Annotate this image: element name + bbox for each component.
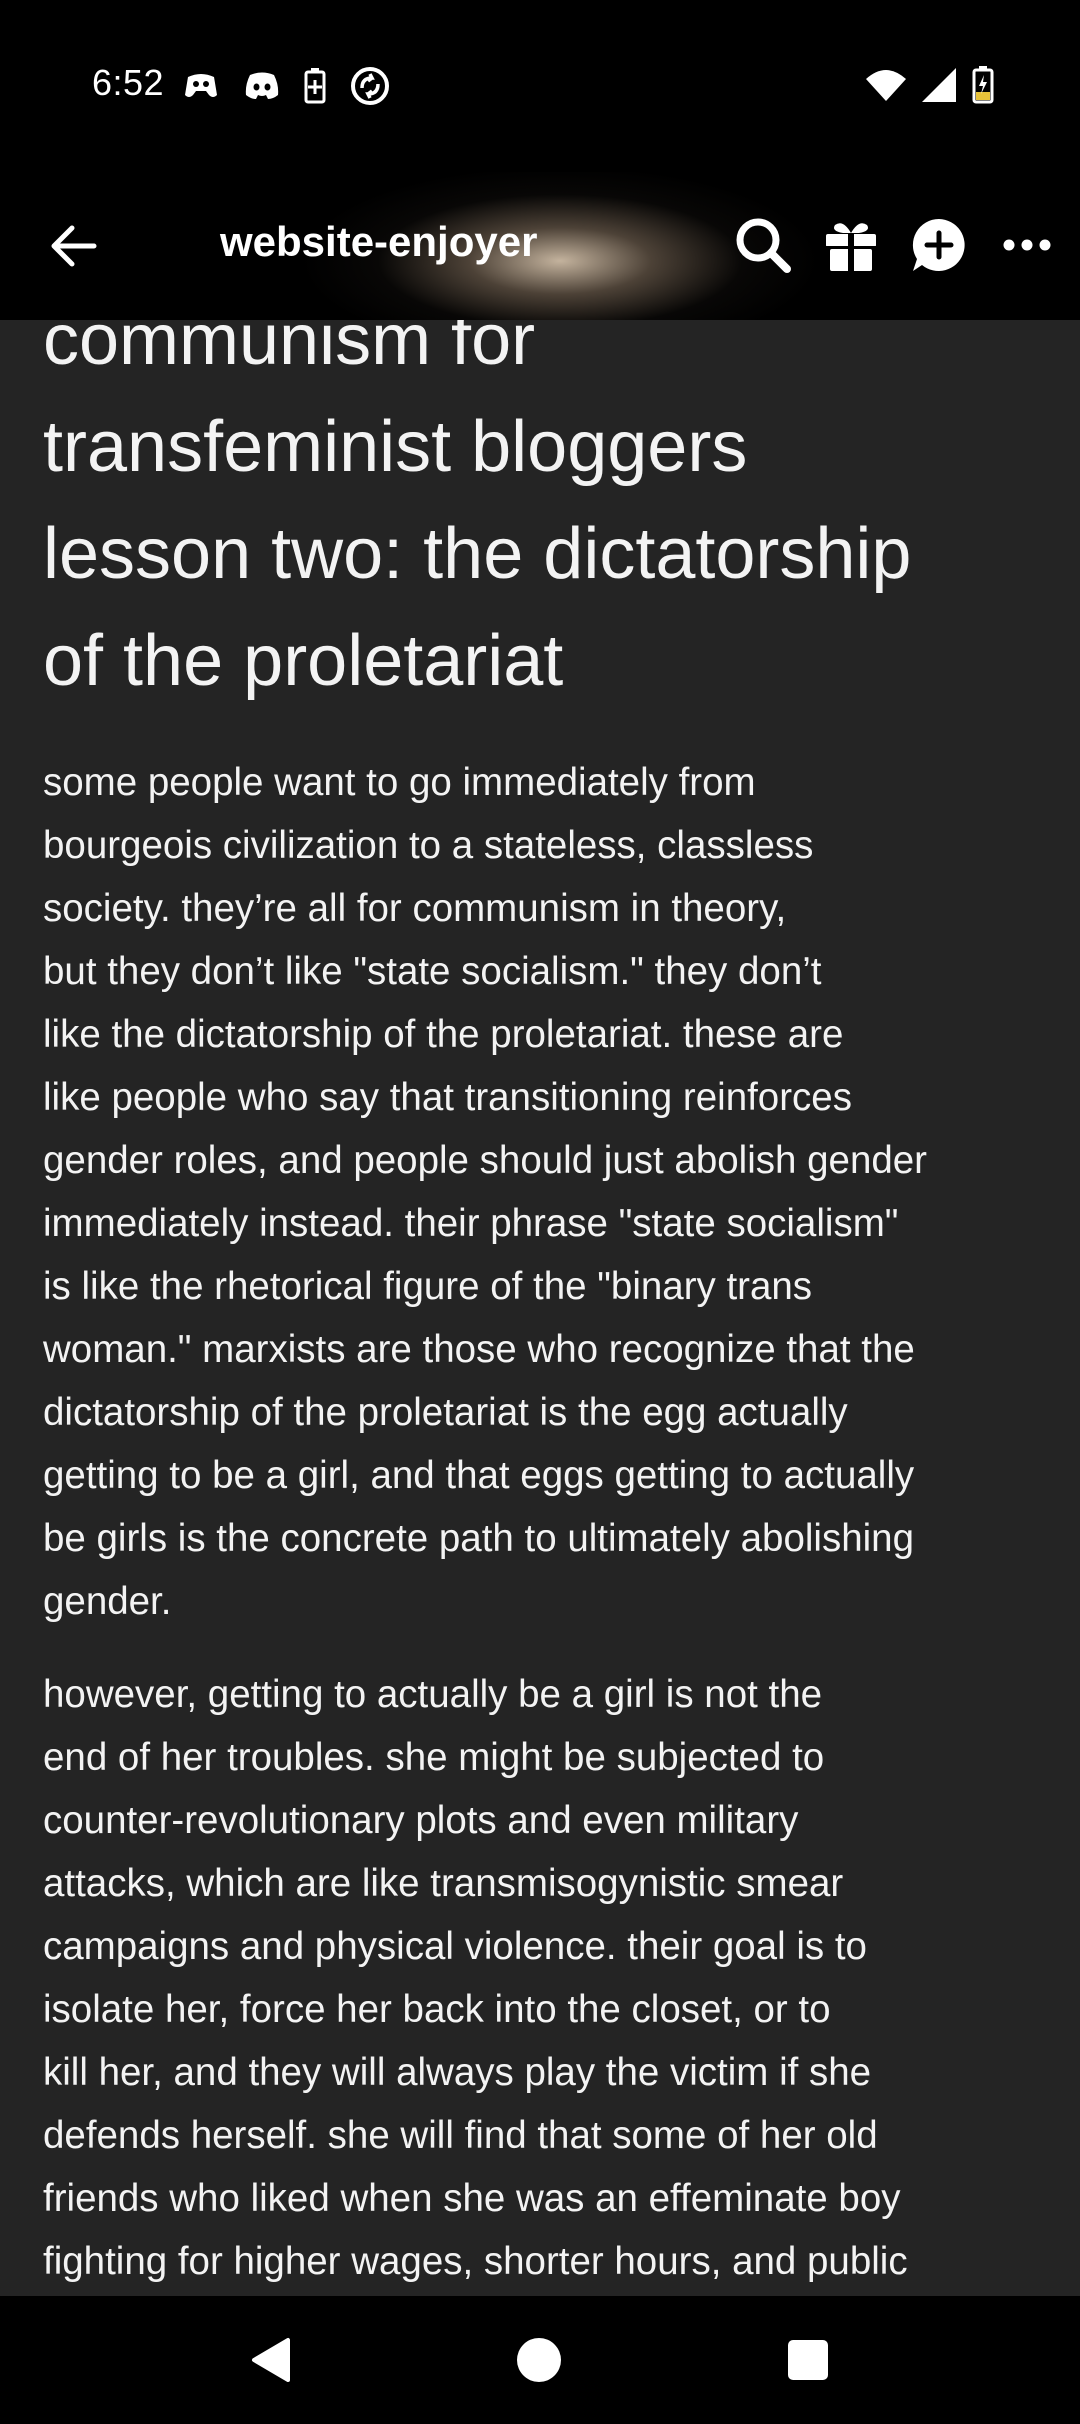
search-button[interactable] <box>730 212 796 278</box>
post-title: communism for transfeminist bloggers les… <box>43 320 912 701</box>
wifi-icon <box>866 69 906 106</box>
blog-name[interactable]: website-enjoyer <box>220 218 537 266</box>
status-bar: 6:52 <box>0 0 1080 172</box>
arrow-left-icon <box>51 225 97 267</box>
search-icon <box>736 218 791 273</box>
follow-message-button[interactable] <box>906 212 972 278</box>
discord-icon <box>244 71 280 106</box>
recents-square-icon <box>788 2340 828 2380</box>
more-icon <box>1003 239 1051 251</box>
post-paragraph: some people want to go immediately from … <box>43 761 927 1623</box>
post-paragraph: however, getting to actually be a girl i… <box>43 1673 908 2283</box>
follow-chat-icon <box>912 218 965 271</box>
back-triangle-icon <box>252 2338 290 2382</box>
gift-icon <box>826 223 876 271</box>
home-circle-icon <box>517 2338 561 2382</box>
battery-charging-icon <box>972 66 994 109</box>
nav-recents-button[interactable] <box>774 2326 842 2394</box>
post-content[interactable]: communism for transfeminist bloggers les… <box>0 320 1080 2296</box>
battery-saver-icon <box>304 68 326 109</box>
back-button[interactable] <box>40 212 108 280</box>
signal-icon <box>922 68 956 107</box>
post-body: communism for transfeminist bloggers les… <box>43 320 1043 2296</box>
gift-button[interactable] <box>818 212 884 278</box>
header-actions <box>730 212 1060 278</box>
status-notification-icons <box>182 66 390 111</box>
nav-back-button[interactable] <box>236 2326 304 2394</box>
status-system-icons <box>866 66 994 109</box>
more-options-button[interactable] <box>994 212 1060 278</box>
blog-header-bar: website-enjoyer <box>0 172 1080 320</box>
sync-app-icon <box>350 66 390 111</box>
nav-home-button[interactable] <box>505 2326 573 2394</box>
status-time: 6:52 <box>92 62 165 103</box>
discord-controller-icon <box>182 69 220 108</box>
system-navigation-bar <box>0 2296 1080 2424</box>
